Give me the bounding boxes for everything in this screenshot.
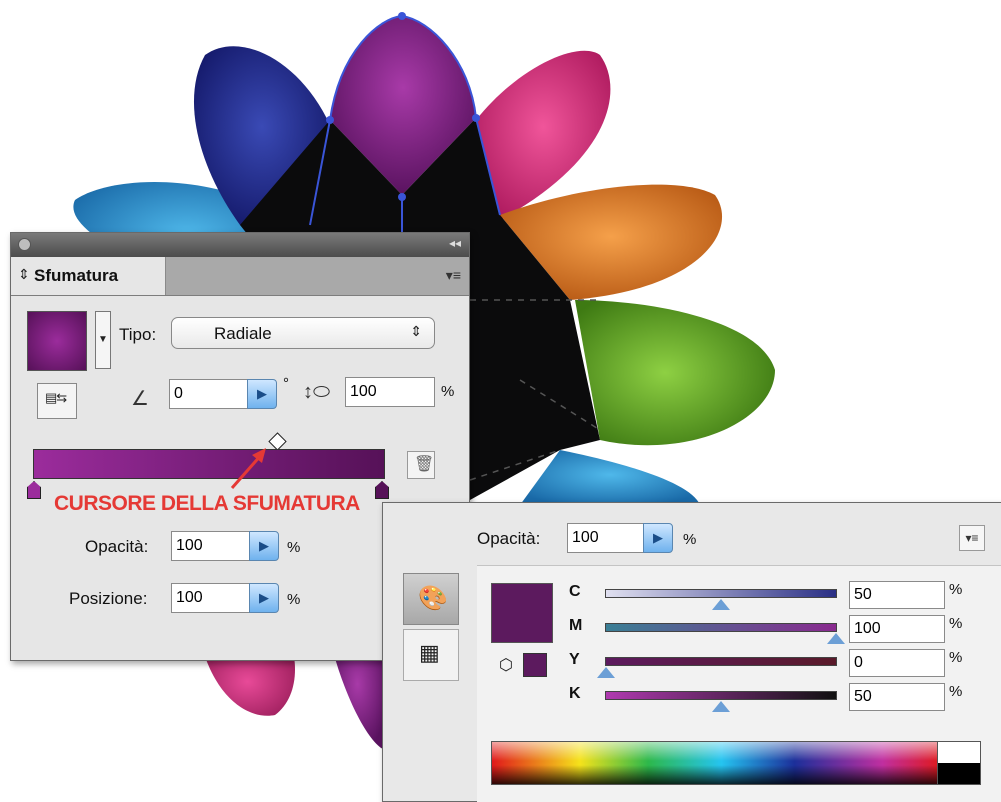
channel-m-field[interactable]: 100 [849,615,945,643]
color-picker-button[interactable]: 🎨 [403,573,459,625]
channel-y-unit: % [949,649,963,666]
channel-c-field[interactable]: 50 [849,581,945,609]
color-stop-left[interactable] [27,481,41,499]
aspect-unit: % [441,383,455,400]
chevron-down-icon: ▼ [98,334,108,345]
panel-menu-icon[interactable]: ▾≡ [446,267,461,284]
channel-y-field[interactable]: 0 [849,649,945,677]
angle-value: 0 [174,385,183,402]
channel-y-thumb[interactable] [597,667,615,678]
tab-toggle-icon: ⇕ [18,266,30,282]
out-of-gamut-icon[interactable]: ⬡ [499,655,513,675]
channel-c-unit: % [949,581,963,598]
swatches-button[interactable]: ▦ [403,629,459,681]
stop-position-value: 100 [176,589,203,606]
channel-k-unit: % [949,683,963,700]
color-opacity-unit: % [683,531,697,548]
reverse-gradient-icon: ▤⇆ [45,390,67,405]
fill-color-swatch[interactable] [491,583,553,643]
channel-y-label: Y [569,651,580,668]
angle-field[interactable]: 0 [169,379,249,409]
channel-c-slider[interactable] [605,589,837,598]
grid-icon: ▦ [419,640,440,665]
channel-y-slider[interactable] [605,657,837,666]
stop-opacity-value: 100 [176,537,203,554]
aspect-ratio-icon: ↕⬭ [303,381,331,403]
swatch-dropdown[interactable]: ▼ [95,311,111,369]
tab-gradient-label: Sfumatura [34,266,119,285]
gradient-swatch[interactable] [27,311,87,371]
annotation-label: CURSORE DELLA SFUMATURA [54,492,360,515]
delete-stop-button[interactable]: 🗑 [407,451,435,479]
color-spectrum-bar[interactable] [491,741,981,785]
aspect-value: 100 [350,383,377,400]
color-opacity-dropdown-button[interactable]: ▶ [643,523,673,553]
channel-k-thumb[interactable] [712,701,730,712]
reverse-gradient-button[interactable]: ▤⇆ [37,383,77,419]
channel-m-thumb[interactable] [827,633,845,644]
channel-m-label: M [569,617,583,634]
collapse-icon[interactable]: ◂◂ [449,236,461,250]
palette-icon: 🎨 [418,585,448,612]
angle-icon: ∠ [131,388,149,410]
channel-y-value: 0 [854,654,863,671]
color-stop-right[interactable] [375,481,389,499]
color-panel: Opacità: 100 ▶ % ▾≡ 🎨 ▦ ⬡ C 50% M 100% Y 0% K 5… [382,502,1001,802]
stop-opacity-label: Opacità: [85,537,149,556]
stop-position-unit: % [287,591,301,608]
color-panel-menu-button[interactable]: ▾≡ [959,525,985,551]
stop-position-label: Posizione: [69,589,148,608]
channel-c-value: 50 [854,586,872,603]
stop-position-dropdown-button[interactable]: ▶ [249,583,279,613]
channel-m-unit: % [949,615,963,632]
channel-c-thumb[interactable] [712,599,730,610]
stop-position-field[interactable]: 100 [171,583,251,613]
channel-k-field[interactable]: 50 [849,683,945,711]
select-arrows-icon: ⇕ [410,323,422,339]
aspect-field[interactable]: 100 [345,377,435,407]
type-select[interactable]: Radiale ⇕ [171,317,435,349]
gradient-ramp[interactable] [33,449,385,479]
type-select-value: Radiale [214,324,272,343]
stop-opacity-unit: % [287,539,301,556]
type-label: Tipo: [119,325,157,344]
channel-c-label: C [569,583,581,600]
spectrum-white-black[interactable] [937,741,981,785]
petal-cyan-lower [520,450,700,505]
color-opacity-value: 100 [572,529,599,546]
channel-k-slider[interactable] [605,691,837,700]
channel-k-value: 50 [854,688,872,705]
color-opacity-field[interactable]: 100 [567,523,645,553]
color-opacity-label: Opacità: [477,529,541,548]
stop-opacity-dropdown-button[interactable]: ▶ [249,531,279,561]
petal-green [575,300,775,446]
degree-symbol: ° [283,375,289,392]
web-safe-swatch[interactable] [523,653,547,677]
tab-bar: ⇕ Sfumatura ▾≡ [11,257,469,296]
panel-titlebar[interactable]: ◂◂ [11,233,469,257]
gradient-stop-slider-diamond[interactable] [268,432,287,451]
angle-dropdown-button[interactable]: ▶ [247,379,277,409]
channel-m-value: 100 [854,620,881,637]
tab-gradient[interactable]: ⇕ Sfumatura [11,257,166,295]
channel-k-label: K [569,685,581,702]
trash-icon: 🗑 [414,456,435,473]
stop-opacity-field[interactable]: 100 [171,531,251,561]
channel-m-slider[interactable] [605,623,837,632]
close-icon[interactable] [18,238,31,251]
